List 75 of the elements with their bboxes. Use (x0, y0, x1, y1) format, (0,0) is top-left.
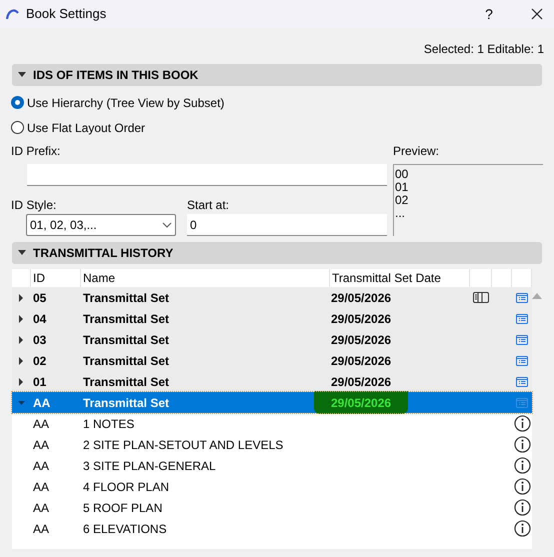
info-icon[interactable] (514, 436, 530, 453)
table-row[interactable]: 05 Transmittal Set 29/05/2026 (12, 287, 532, 308)
table-cell: 2 SITE PLAN-SETOUT AND LEVELS (83, 438, 284, 452)
field-label: Preview: (393, 143, 440, 156)
table-cell: Transmittal Set (83, 332, 170, 346)
expand-arrow-icon[interactable] (18, 378, 25, 386)
field-label: ID Prefix: (11, 143, 62, 156)
preview-line: 00 (395, 167, 408, 181)
list-window-icon[interactable] (516, 334, 528, 344)
table-cell: 5 ROOF PLAN (83, 500, 162, 514)
table-cell: 6 ELEVATIONS (83, 522, 167, 536)
table-row[interactable]: 03 Transmittal Set 29/05/2026 (12, 329, 532, 350)
table-row[interactable]: 04 Transmittal Set 29/05/2026 (12, 308, 532, 329)
table-row[interactable]: 01 Transmittal Set 29/05/2026 (12, 371, 532, 392)
preview-line: ... (395, 206, 406, 220)
expand-arrow-icon[interactable] (18, 336, 25, 344)
window-title: Book Settings (26, 5, 106, 24)
table-cell: AA (33, 522, 50, 536)
table-cell: AA (33, 438, 50, 452)
start-at-field[interactable]: 0 (187, 214, 387, 236)
table-cell: 04 (33, 312, 46, 326)
section-header[interactable]: IDS OF ITEMS IN THIS BOOK (12, 64, 542, 86)
table-cell: Transmittal Set (83, 290, 170, 304)
help-button[interactable]: ? (474, 2, 504, 26)
radio-option[interactable]: Use Hierarchy (Tree View by Subset) (11, 93, 224, 112)
table-cell: 02 (33, 354, 46, 368)
table-cell-text: 29/05/2026 (330, 310, 392, 328)
table-cell: AA (33, 500, 50, 514)
field-label: ID Style: (11, 197, 58, 210)
table-cell: Transmittal Set (83, 312, 170, 326)
list-window-icon[interactable] (516, 292, 528, 302)
info-icon[interactable] (514, 478, 530, 495)
table-cell: AA (33, 416, 50, 430)
table-cell-text: 29/05/2026 (330, 290, 392, 306)
selection-status: Selected: 1 Editable: 1 (424, 41, 544, 58)
table-cell: Transmittal Set (83, 374, 170, 388)
info-icon[interactable] (514, 499, 530, 516)
radio-button[interactable] (11, 121, 24, 134)
expand-arrow-icon[interactable] (18, 314, 25, 322)
info-icon[interactable] (514, 457, 530, 474)
table-cell-text: 29/05/2026 (330, 352, 392, 370)
table-row[interactable]: 02 Transmittal Set 29/05/2026 (12, 350, 532, 371)
table-cell: AA (33, 458, 50, 472)
app-logo-icon (6, 8, 20, 20)
table-cell: 3 SITE PLAN-GENERAL (83, 458, 216, 472)
table-cell-text: 29/05/2026 (330, 374, 392, 390)
table-cell: Transmittal Set (83, 354, 170, 368)
info-icon[interactable] (514, 415, 530, 432)
caret-icon (18, 72, 26, 78)
list-window-icon[interactable] (516, 376, 528, 386)
list-window-icon[interactable] (516, 356, 528, 366)
expand-arrow-icon[interactable] (18, 294, 25, 302)
list-window-icon[interactable] (516, 314, 528, 324)
id-style-dropdown[interactable]: 01, 02, 03,... (26, 214, 176, 236)
table-cell: 05 (33, 290, 46, 304)
table-cell: AA (33, 396, 50, 410)
highlighted-date: 29/05/2026 (314, 391, 408, 414)
table-cell: 03 (33, 332, 46, 346)
field-label: Start at: (187, 197, 230, 210)
close-icon (531, 8, 543, 20)
radio-option[interactable]: Use Flat Layout Order (11, 118, 146, 137)
table-cell: AA (33, 480, 50, 494)
section-header[interactable]: TRANSMITTAL HISTORY (12, 242, 542, 264)
table-cell: 1 NOTES (83, 416, 134, 430)
table-cell-text: 29/05/2026 (330, 332, 392, 348)
chevron-down-icon (162, 222, 172, 228)
table-cell: Transmittal Set (83, 396, 170, 410)
info-icon[interactable] (514, 520, 530, 537)
caret-icon (18, 250, 26, 256)
table-cell: 01 (33, 374, 46, 388)
expand-arrow-icon[interactable] (18, 356, 25, 364)
table-cell: 4 FLOOR PLAN (83, 480, 170, 494)
radio-button[interactable] (11, 96, 24, 109)
preview-line: 02 (395, 193, 408, 207)
preview-line: 01 (395, 180, 408, 194)
